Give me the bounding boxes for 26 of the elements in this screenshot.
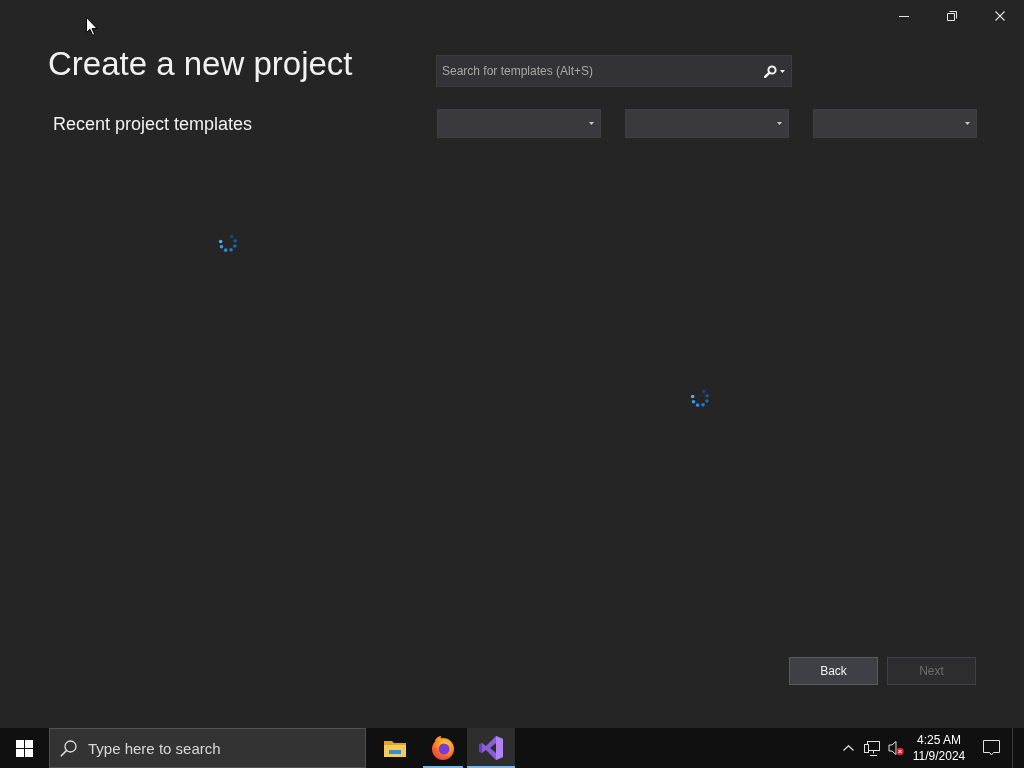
page-title: Create a new project <box>48 45 353 84</box>
mouse-pointer-icon <box>86 17 98 37</box>
minimize-icon[interactable] <box>899 15 909 17</box>
chevron-up-icon[interactable] <box>842 745 854 751</box>
clock-time: 4:25 AM <box>917 732 961 748</box>
taskbar-app-button[interactable] <box>467 728 515 768</box>
folder-icon <box>384 739 406 757</box>
search-icon <box>60 740 77 757</box>
section-heading: Recent project templates <box>53 112 253 136</box>
restore-icon[interactable] <box>947 11 957 21</box>
template-search-field[interactable]: Search for templates (Alt+S) <box>436 55 792 87</box>
back-button[interactable]: Back <box>789 657 878 685</box>
infinity-logo-icon <box>479 736 503 760</box>
speaker-muted-icon[interactable] <box>888 740 904 756</box>
caret-icon <box>589 122 594 125</box>
notification-icon[interactable] <box>982 740 1000 756</box>
windows-logo-icon[interactable] <box>16 739 33 757</box>
clock-date: 11/9/2024 <box>912 748 966 764</box>
caret-icon[interactable] <box>780 70 785 73</box>
search-icon[interactable] <box>764 65 777 78</box>
caret-icon <box>965 122 970 125</box>
caret-icon <box>777 122 782 125</box>
taskbar-search-field[interactable]: Type here to search <box>49 728 366 768</box>
network-monitor-icon[interactable] <box>864 740 880 756</box>
close-icon[interactable] <box>995 11 1005 21</box>
browser-icon <box>431 736 455 760</box>
